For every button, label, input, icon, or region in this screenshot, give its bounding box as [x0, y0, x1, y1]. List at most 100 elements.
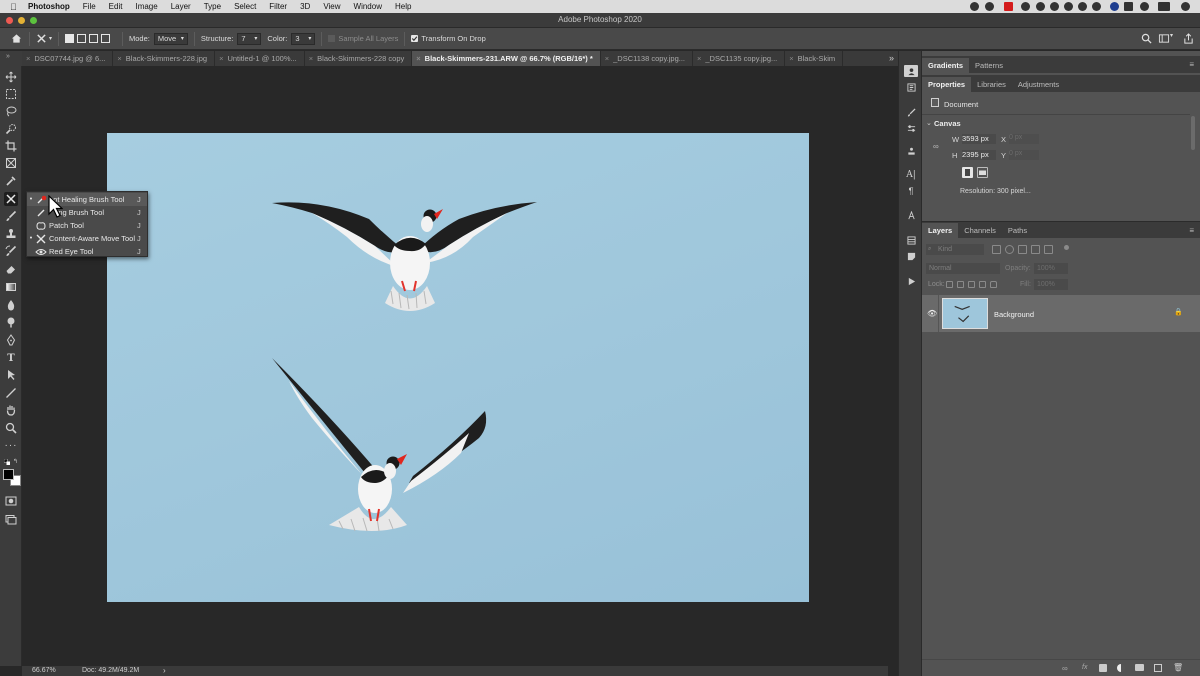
filter-adjustment-icon[interactable]	[1005, 245, 1014, 254]
delete-layer-icon[interactable]: 🗑	[1173, 663, 1183, 672]
layer-comps-icon[interactable]	[904, 234, 918, 246]
close-tab-icon[interactable]: ×	[309, 54, 313, 63]
close-tab-icon[interactable]: ×	[605, 54, 609, 63]
dodge-tool-icon[interactable]	[4, 315, 18, 329]
properties-scrollbar[interactable]	[1191, 116, 1195, 150]
tab-document-3[interactable]: × Untitled-1 @ 100%...	[215, 51, 305, 66]
share-icon[interactable]	[1183, 33, 1194, 44]
tray-menu-icon[interactable]	[1181, 2, 1190, 11]
hand-tool-icon[interactable]	[4, 403, 18, 417]
lock-artboard-icon[interactable]	[979, 281, 986, 288]
quick-mask-icon[interactable]	[4, 494, 18, 508]
new-layer-icon[interactable]	[1154, 664, 1162, 672]
notes-icon[interactable]	[904, 250, 918, 262]
menu-view[interactable]: View	[323, 2, 340, 11]
close-tab-icon[interactable]: ×	[26, 54, 30, 63]
brush-settings-icon[interactable]	[904, 106, 918, 118]
lock-transparent-icon[interactable]	[946, 281, 953, 288]
tool-preset-picker[interactable]: ▾	[36, 33, 52, 44]
link-dimensions-icon[interactable]: ∞	[933, 142, 939, 151]
transform-on-drop-checkbox[interactable]	[411, 35, 419, 42]
marquee-tool-icon[interactable]	[4, 87, 18, 101]
foreground-color-swatch[interactable]	[3, 469, 14, 480]
menu-item-spot-healing-brush[interactable]: • pot Healing Brush Tool J	[27, 193, 147, 206]
y-input[interactable]: 0 px	[1009, 150, 1039, 160]
tab-document-active[interactable]: × Black-Skimmers-231.ARW @ 66.7% (RGB/16*…	[412, 51, 601, 66]
filter-toggle-icon[interactable]	[1064, 245, 1069, 250]
filter-type-icon[interactable]	[1018, 245, 1027, 254]
close-tab-icon[interactable]: ×	[697, 54, 701, 63]
eyedropper-tool-icon[interactable]	[4, 174, 18, 188]
canvas-image[interactable]	[107, 133, 809, 602]
tray-airplay-icon[interactable]	[1124, 2, 1133, 11]
tray-record-icon[interactable]	[1004, 2, 1013, 11]
clone-source-icon[interactable]	[904, 145, 918, 157]
tab-gradients[interactable]: Gradients	[922, 58, 970, 73]
menu-image[interactable]: Image	[135, 2, 157, 11]
tab-document-6[interactable]: × _DSC1138 copy.jpg...	[601, 51, 693, 66]
path-selection-tool-icon[interactable]	[4, 368, 18, 382]
landscape-orientation-icon[interactable]	[977, 167, 988, 178]
history-brush-tool-icon[interactable]	[4, 244, 18, 258]
menu-select[interactable]: Select	[234, 2, 256, 11]
link-layers-icon[interactable]: ∞	[1062, 664, 1068, 673]
tray-cc-icon[interactable]	[970, 2, 979, 11]
pen-tool-icon[interactable]	[4, 333, 18, 347]
tray-wifi-icon[interactable]	[1140, 2, 1149, 11]
actions-play-icon[interactable]	[904, 275, 918, 287]
visibility-eye-icon[interactable]: 👁	[927, 309, 937, 318]
tray-user-icon[interactable]	[1092, 2, 1101, 11]
filter-shape-icon[interactable]	[1031, 245, 1040, 254]
paragraph-icon[interactable]: ¶	[904, 185, 918, 197]
adjustments-sliders-icon[interactable]	[904, 122, 918, 134]
structure-select[interactable]: 7 ▾	[237, 32, 262, 45]
tab-channels[interactable]: Channels	[958, 223, 1002, 238]
eraser-tool-icon[interactable]	[4, 262, 18, 276]
blur-tool-icon[interactable]	[4, 298, 18, 312]
clone-stamp-tool-icon[interactable]	[4, 227, 18, 241]
chevron-down-icon[interactable]: ⌄	[926, 119, 932, 127]
close-tab-icon[interactable]: ×	[219, 54, 223, 63]
filter-pixel-icon[interactable]	[992, 245, 1001, 254]
tab-libraries[interactable]: Libraries	[971, 77, 1012, 92]
tab-document-4[interactable]: × Black-Skimmers-228 copy	[305, 51, 413, 66]
menu-item-patch[interactable]: Patch Tool J	[27, 219, 147, 232]
color-select[interactable]: 3 ▾	[291, 32, 316, 45]
new-adjustment-icon[interactable]	[1117, 664, 1125, 672]
opacity-input[interactable]: 100%	[1034, 263, 1068, 274]
tab-overflow-icon[interactable]: »	[889, 53, 894, 63]
chevron-down-icon[interactable]: ▾	[1170, 32, 1173, 39]
user-icon[interactable]	[904, 65, 918, 77]
panel-menu-icon[interactable]: ≡	[1189, 60, 1194, 69]
close-tab-icon[interactable]: ×	[416, 54, 420, 63]
tab-document-8[interactable]: × Black-Skim	[785, 51, 844, 66]
layer-kind-filter[interactable]: Kind	[926, 244, 984, 255]
character-icon[interactable]: A|	[904, 169, 918, 181]
menu-help[interactable]: Help	[395, 2, 411, 11]
apple-menu-icon[interactable]: 	[10, 2, 20, 12]
tray-monitor-icon[interactable]	[1064, 2, 1073, 11]
tab-adjustments[interactable]: Adjustments	[1012, 77, 1065, 92]
tray-cloud-icon[interactable]	[1050, 2, 1059, 11]
tab-properties[interactable]: Properties	[922, 77, 972, 92]
frame-tool-icon[interactable]	[4, 156, 18, 170]
blend-mode-select[interactable]: Normal	[926, 263, 1000, 274]
lock-all-icon[interactable]	[990, 281, 997, 288]
menu-file[interactable]: File	[83, 2, 96, 11]
screen-mode-icon[interactable]	[4, 512, 18, 526]
menu-filter[interactable]: Filter	[269, 2, 287, 11]
tray-battery-icon[interactable]	[1158, 2, 1170, 11]
add-to-selection-icon[interactable]	[77, 34, 86, 43]
default-colors-icon[interactable]	[4, 459, 10, 465]
menu-type[interactable]: Type	[204, 2, 221, 11]
intersect-selection-icon[interactable]	[101, 34, 110, 43]
healing-tool-icon[interactable]	[4, 192, 18, 206]
tab-document-2[interactable]: × Black-Skimmers-228.jpg	[113, 51, 216, 66]
new-selection-icon[interactable]	[65, 34, 74, 43]
lock-image-icon[interactable]	[957, 281, 964, 288]
home-icon[interactable]	[9, 32, 23, 46]
panel-menu-icon[interactable]: ≡	[1189, 226, 1194, 235]
type-tool-icon[interactable]: T	[4, 351, 18, 365]
height-input[interactable]: 2395 px	[962, 150, 996, 160]
x-input[interactable]: 0 px	[1009, 134, 1039, 144]
